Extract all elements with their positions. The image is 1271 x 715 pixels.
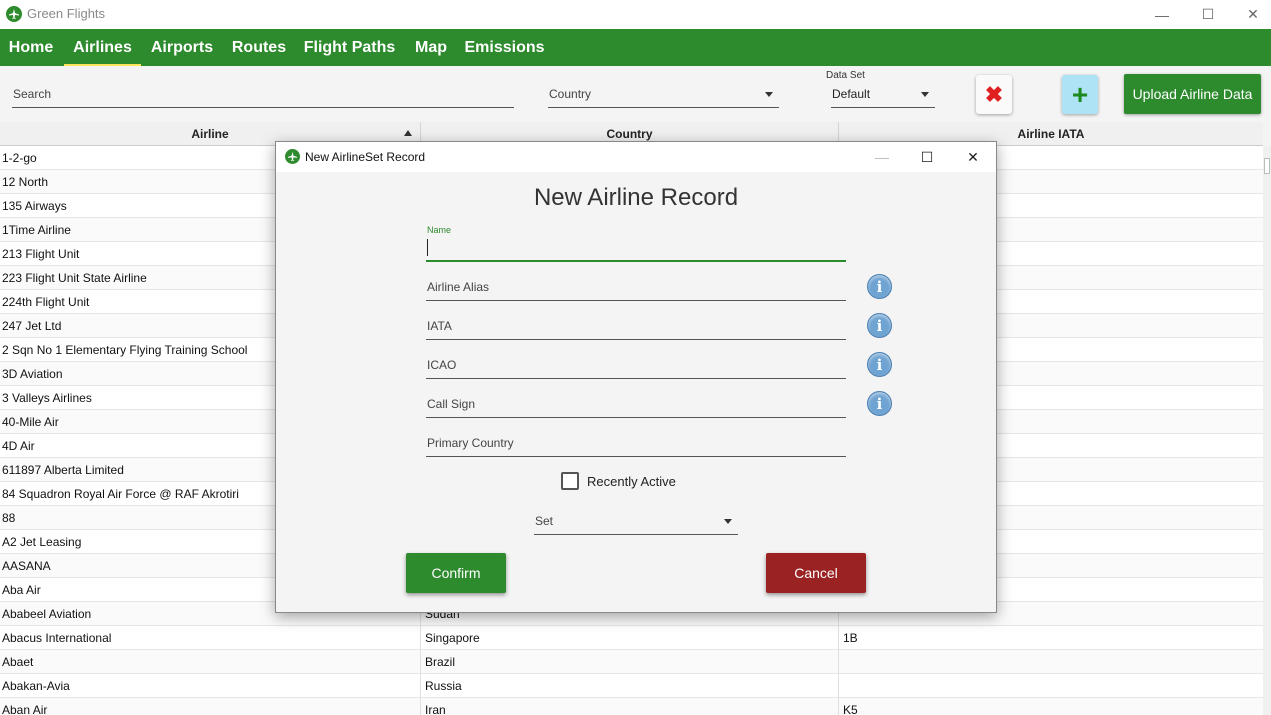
- airline-cell: Abacus International: [0, 626, 421, 650]
- cancel-button[interactable]: Cancel: [766, 553, 866, 593]
- call-sign-field[interactable]: Call Sign: [426, 389, 846, 418]
- country-cell: Russia: [421, 674, 839, 698]
- airline-iata-cell: [839, 674, 1263, 698]
- scrollbar-thumb[interactable]: [1264, 158, 1270, 174]
- info-icon[interactable]: i: [867, 274, 892, 299]
- nav-airports[interactable]: Airports: [144, 29, 220, 66]
- app-window: Green Flights — ☐ ✕ Home Airlines Airpor…: [0, 0, 1271, 715]
- country-cell: Brazil: [421, 650, 839, 674]
- dialog-minimize-button[interactable]: —: [859, 142, 905, 172]
- x-icon: ✖: [984, 81, 1004, 107]
- chevron-down-icon: [921, 92, 929, 97]
- chevron-down-icon: [724, 519, 732, 524]
- airline-alias-field[interactable]: Airline Alias: [426, 272, 846, 301]
- confirm-button[interactable]: Confirm: [406, 553, 506, 593]
- recently-active-checkbox[interactable]: [561, 472, 579, 490]
- airline-iata-cell: K5: [843, 703, 858, 715]
- set-select[interactable]: Set: [534, 509, 738, 535]
- nav-routes[interactable]: Routes: [226, 29, 292, 66]
- info-icon[interactable]: i: [867, 391, 892, 416]
- close-button[interactable]: ✕: [1230, 0, 1271, 29]
- minimize-button[interactable]: —: [1139, 0, 1185, 29]
- plane-icon: [6, 6, 22, 22]
- dialog-maximize-button[interactable]: ☐: [904, 142, 950, 172]
- iata-placeholder: IATA: [427, 319, 452, 333]
- country-cell: Singapore: [421, 626, 839, 650]
- dataset-select[interactable]: Default: [831, 78, 935, 108]
- dialog-heading: New Airline Record: [533, 184, 739, 211]
- country-select[interactable]: Country: [548, 78, 779, 108]
- sort-ascending-icon: [404, 130, 412, 136]
- airline-cell: Aban Air: [0, 698, 421, 715]
- dialog-title: New AirlineSet Record: [305, 150, 426, 164]
- nav-flight-paths[interactable]: Flight Paths: [298, 29, 401, 66]
- nav-airlines[interactable]: Airlines: [64, 29, 141, 66]
- country-select-label: Country: [549, 87, 592, 101]
- search-placeholder: Search: [13, 87, 52, 101]
- airline-iata-cell: 1B: [843, 631, 858, 645]
- maximize-button[interactable]: ☐: [1185, 0, 1231, 29]
- primary-country-placeholder: Primary Country: [427, 436, 514, 450]
- airline-cell: Abaet: [0, 650, 421, 674]
- table-row[interactable]: Abacus International Singapore 1B: [0, 626, 1263, 650]
- iata-field[interactable]: IATA: [426, 311, 846, 340]
- plane-icon: [285, 149, 300, 164]
- table-scrollbar[interactable]: [1263, 146, 1271, 715]
- table-row[interactable]: Abakan-Avia Russia: [0, 674, 1263, 698]
- nav-home[interactable]: Home: [0, 29, 62, 66]
- info-icon[interactable]: i: [867, 352, 892, 377]
- filter-toolbar: Search Country Data Set Default ✖ + Uplo…: [0, 66, 1271, 122]
- info-icon[interactable]: i: [867, 313, 892, 338]
- airline-cell: Abakan-Avia: [0, 674, 421, 698]
- dialog-close-button[interactable]: ✕: [950, 142, 996, 172]
- main-nav: Home Airlines Airports Routes Flight Pat…: [0, 29, 1271, 66]
- dataset-value: Default: [832, 87, 871, 101]
- name-field[interactable]: [426, 234, 846, 262]
- table-row[interactable]: Abaet Brazil: [0, 650, 1263, 674]
- dialog-title-bar: New AirlineSet Record — ☐ ✕: [276, 142, 996, 172]
- plus-icon: +: [1071, 78, 1089, 110]
- country-cell: Iran: [421, 698, 839, 715]
- recently-active-label[interactable]: Recently Active: [587, 474, 676, 489]
- window-title: Green Flights: [27, 6, 106, 21]
- table-row[interactable]: Aban Air Iran K5: [0, 698, 1263, 715]
- nav-map[interactable]: Map: [408, 29, 454, 66]
- search-input[interactable]: Search: [12, 78, 514, 108]
- set-select-label: Set: [535, 514, 554, 528]
- chevron-down-icon: [765, 92, 773, 97]
- delete-button[interactable]: ✖: [976, 75, 1012, 114]
- upload-airline-data-button[interactable]: Upload Airline Data: [1124, 74, 1261, 114]
- call-sign-placeholder: Call Sign: [427, 397, 476, 411]
- nav-emissions[interactable]: Emissions: [461, 29, 548, 66]
- new-airline-dialog: New AirlineSet Record — ☐ ✕ New Airline …: [275, 141, 997, 613]
- column-header-label: Airline: [191, 127, 229, 141]
- icao-placeholder: ICAO: [427, 358, 457, 372]
- add-button[interactable]: +: [1062, 75, 1098, 114]
- text-cursor: [427, 239, 428, 256]
- primary-country-field[interactable]: Primary Country: [426, 428, 846, 457]
- airline-alias-placeholder: Airline Alias: [427, 280, 490, 294]
- airline-iata-cell: [839, 650, 1263, 674]
- title-bar: Green Flights — ☐ ✕: [0, 0, 1271, 29]
- icao-field[interactable]: ICAO: [426, 350, 846, 379]
